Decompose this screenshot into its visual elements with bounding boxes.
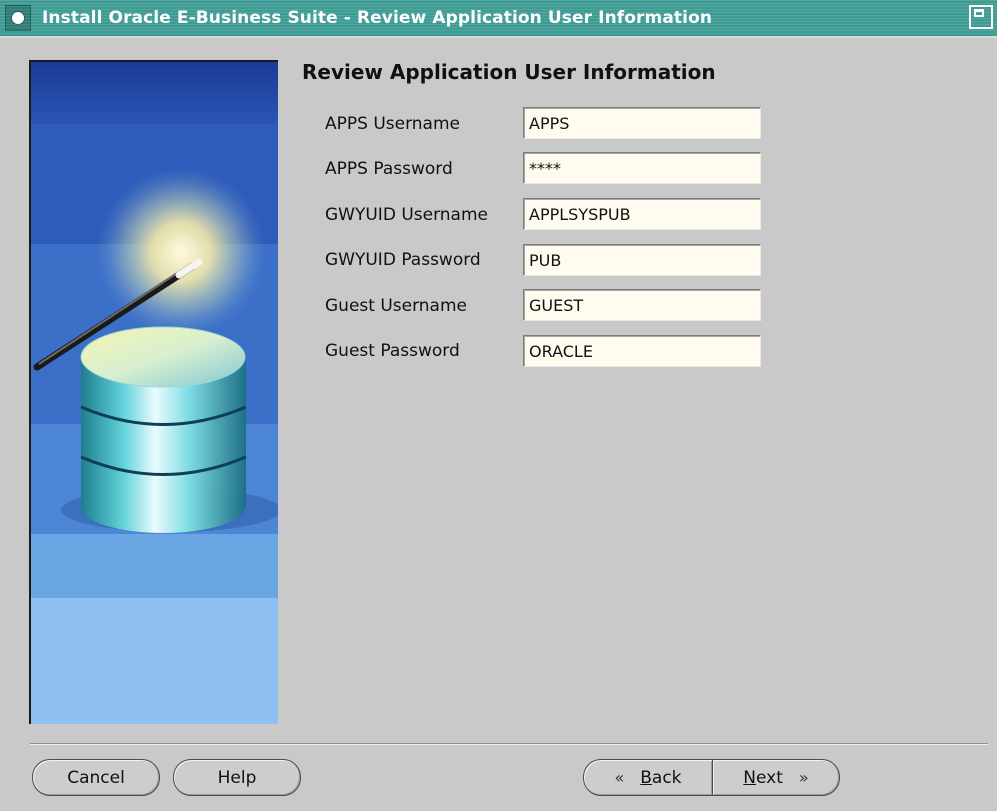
apps-username-label: APPS Username: [325, 114, 460, 134]
cylinder-bottom: [81, 481, 245, 533]
database-wand-icon: [31, 62, 278, 724]
cylinder-top: [80, 326, 246, 388]
back-button[interactable]: « Back: [583, 759, 713, 796]
apps-password-label: APPS Password: [325, 159, 453, 179]
help-button-label: Help: [217, 767, 257, 788]
panel-band-6: [31, 598, 278, 724]
window-menu-icon[interactable]: [5, 5, 31, 31]
back-mnemonic: B: [640, 767, 652, 788]
next-button[interactable]: Next »: [712, 759, 840, 796]
next-button-label: Next: [743, 768, 783, 788]
help-button[interactable]: Help: [173, 759, 301, 796]
footer-separator: [30, 743, 988, 745]
gwyuid-password-label: GWYUID Password: [325, 250, 481, 270]
page-title: Review Application User Information: [302, 60, 716, 84]
guest-password-input[interactable]: [523, 335, 761, 367]
cancel-button[interactable]: Cancel: [32, 759, 160, 796]
cancel-button-label: Cancel: [67, 767, 125, 788]
panel-band-1: [31, 62, 278, 124]
installer-window: Install Oracle E-Business Suite - Review…: [0, 0, 997, 811]
side-graphic-panel: [29, 60, 278, 724]
apps-username-input[interactable]: [523, 107, 761, 139]
gwyuid-username-input[interactable]: [523, 198, 761, 230]
window-menu-dot: [11, 11, 25, 25]
next-mnemonic: N: [743, 767, 757, 788]
gwyuid-username-label: GWYUID Username: [325, 205, 488, 225]
maximize-icon-inner: [974, 9, 984, 17]
guest-username-input[interactable]: [523, 289, 761, 321]
guest-password-label: Guest Password: [325, 341, 460, 361]
back-button-label: Back: [640, 768, 681, 788]
chevron-left-icon: «: [614, 768, 625, 787]
back-rest: ack: [651, 767, 682, 788]
window-title: Install Oracle E-Business Suite - Review…: [42, 8, 713, 28]
guest-username-label: Guest Username: [325, 296, 467, 316]
maximize-icon[interactable]: [969, 5, 993, 29]
chevron-right-icon: »: [798, 768, 809, 787]
title-bar: Install Oracle E-Business Suite - Review…: [0, 0, 997, 38]
panel-band-5: [31, 534, 278, 598]
apps-password-input[interactable]: [523, 152, 761, 184]
gwyuid-password-input[interactable]: [523, 244, 761, 276]
next-rest: ext: [756, 767, 783, 788]
